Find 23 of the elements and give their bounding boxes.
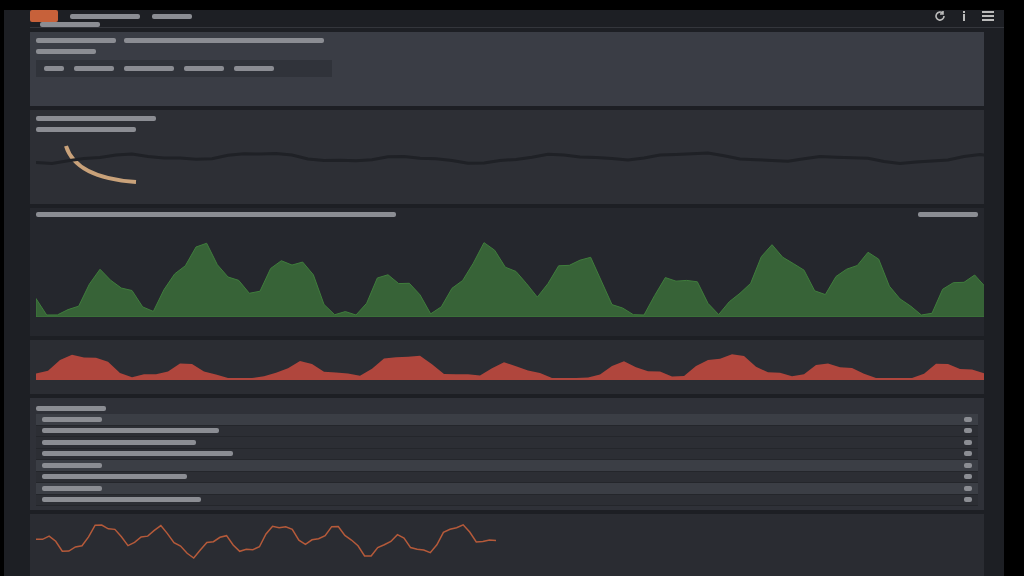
illegible-text xyxy=(918,212,978,217)
illegible-text xyxy=(74,66,114,71)
refresh-icon[interactable] xyxy=(934,10,946,22)
illegible-text xyxy=(44,66,64,71)
illegible-text xyxy=(40,22,100,27)
log-row[interactable] xyxy=(36,494,978,506)
illegible-text xyxy=(42,462,102,468)
illegible-text xyxy=(184,66,224,71)
log-row[interactable] xyxy=(36,483,978,495)
logo xyxy=(30,10,58,22)
illegible-text xyxy=(70,13,140,19)
illegible-text xyxy=(234,66,274,71)
illegible-text xyxy=(36,405,106,411)
illegible-text xyxy=(152,13,192,19)
info-icon[interactable] xyxy=(960,11,968,21)
illegible-text xyxy=(36,49,96,54)
illegible-text xyxy=(42,485,102,491)
illegible-text xyxy=(124,66,174,71)
log-row[interactable] xyxy=(36,437,978,449)
log-row[interactable] xyxy=(36,460,978,472)
illegible-text xyxy=(42,416,102,422)
log-row[interactable] xyxy=(36,414,978,426)
menu-icon[interactable] xyxy=(982,11,994,21)
